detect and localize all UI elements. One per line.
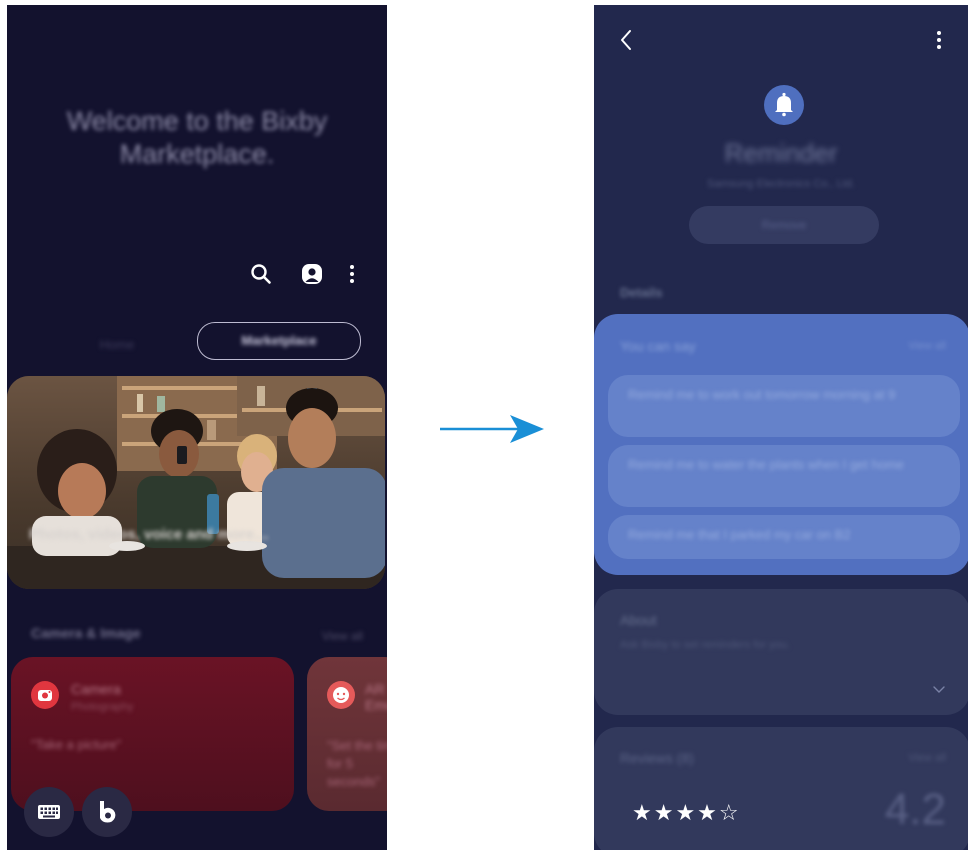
view-all-link[interactable]: View all bbox=[908, 752, 946, 764]
profile-icon[interactable] bbox=[301, 263, 323, 285]
capsule-name: AR Emoji bbox=[365, 681, 387, 713]
details-heading: Details bbox=[620, 285, 663, 300]
welcome-title: Welcome to the Bixby Marketplace. bbox=[66, 106, 328, 169]
bixby-icon bbox=[100, 801, 116, 823]
tab-marketplace-label: Marketplace bbox=[241, 333, 317, 348]
bixby-home-screen: Welcome to the Bixby Marketplace. Home M… bbox=[7, 5, 387, 850]
bell-icon bbox=[764, 85, 804, 125]
face-icon bbox=[327, 681, 355, 709]
utterance-item[interactable]: Remind me to work out tomorrow morning a… bbox=[608, 375, 960, 437]
tab-marketplace[interactable]: Marketplace bbox=[197, 322, 361, 360]
bixby-button[interactable] bbox=[82, 787, 132, 837]
search-icon[interactable] bbox=[250, 263, 272, 285]
utterance-item[interactable]: Remind me to water the plants when I get… bbox=[608, 445, 960, 507]
more-options-icon[interactable] bbox=[347, 263, 357, 285]
keyboard-button[interactable] bbox=[24, 787, 74, 837]
utterance-text: Remind me to work out tomorrow morning a… bbox=[628, 387, 896, 402]
capsule-developer: Samsung Electronics Co., Ltd. bbox=[707, 178, 855, 190]
more-options-icon[interactable] bbox=[934, 29, 944, 51]
camera-icon bbox=[31, 681, 59, 709]
view-all-link[interactable]: View all bbox=[908, 340, 946, 352]
capsule-utterance: "Set the timer for 5 seconds" bbox=[327, 738, 387, 789]
about-title: About bbox=[620, 612, 657, 628]
banner-photo bbox=[7, 376, 385, 589]
capsule-name: Camera bbox=[71, 681, 121, 697]
capsule-utterance: "Take a picture" bbox=[31, 737, 122, 752]
capsule-title: Reminder bbox=[724, 138, 838, 168]
about-text: Ask Bixby to set reminders for you. bbox=[620, 639, 790, 651]
capsule-detail-screen: Reminder Samsung Electronics Co., Ltd. R… bbox=[594, 5, 968, 850]
rating-value: 4.2 bbox=[884, 785, 946, 834]
keyboard-icon bbox=[38, 805, 60, 819]
about-card[interactable] bbox=[594, 589, 968, 715]
reviews-title: Reviews (8) bbox=[620, 750, 694, 766]
utterance-text: Remind me that I parked my car on B2 bbox=[628, 527, 851, 542]
back-arrow-icon[interactable] bbox=[618, 29, 634, 51]
capsule-card-next[interactable]: AR Emoji "Set the timer for 5 seconds" bbox=[307, 657, 387, 811]
tab-home[interactable]: Home bbox=[77, 327, 157, 363]
featured-banner[interactable]: Photos, videos, voice and more… bbox=[7, 376, 385, 589]
capsule-category: Photography bbox=[71, 701, 134, 713]
banner-caption: Photos, videos, voice and more… bbox=[29, 526, 270, 543]
section-title: Camera & Image bbox=[31, 625, 141, 641]
remove-button-label: Remove bbox=[761, 218, 807, 232]
utterance-text: Remind me to water the plants when I get… bbox=[628, 457, 905, 472]
remove-button[interactable]: Remove bbox=[689, 206, 879, 244]
transition-arrow-icon bbox=[440, 415, 544, 443]
you-can-say-title: You can say bbox=[620, 338, 696, 354]
utterance-item[interactable]: Remind me that I parked my car on B2 bbox=[608, 515, 960, 559]
star-rating: ★★★★☆ bbox=[632, 801, 741, 826]
view-all-link[interactable]: View all bbox=[322, 629, 363, 643]
chevron-down-icon[interactable] bbox=[932, 685, 946, 695]
